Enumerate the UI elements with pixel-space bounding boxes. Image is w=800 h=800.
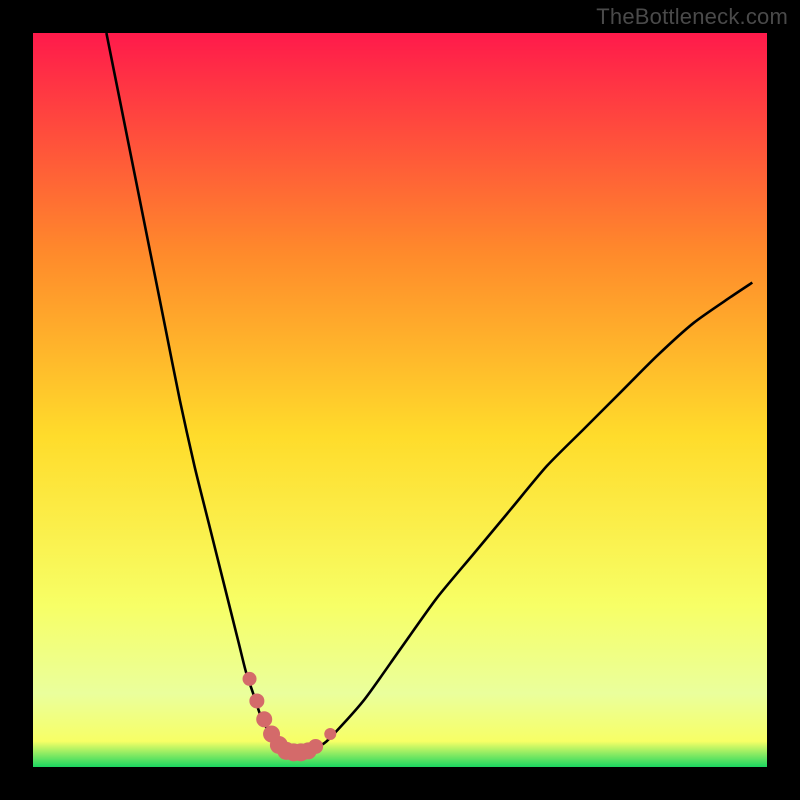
- minimum-dot: [308, 739, 323, 754]
- plot-background: [33, 33, 767, 767]
- watermark-text: TheBottleneck.com: [596, 4, 788, 30]
- minimum-dot: [243, 672, 257, 686]
- chart-stage: TheBottleneck.com: [0, 0, 800, 800]
- minimum-dot: [324, 728, 336, 740]
- bottleneck-chart: [0, 0, 800, 800]
- minimum-dot: [249, 693, 264, 708]
- minimum-dot: [256, 711, 272, 727]
